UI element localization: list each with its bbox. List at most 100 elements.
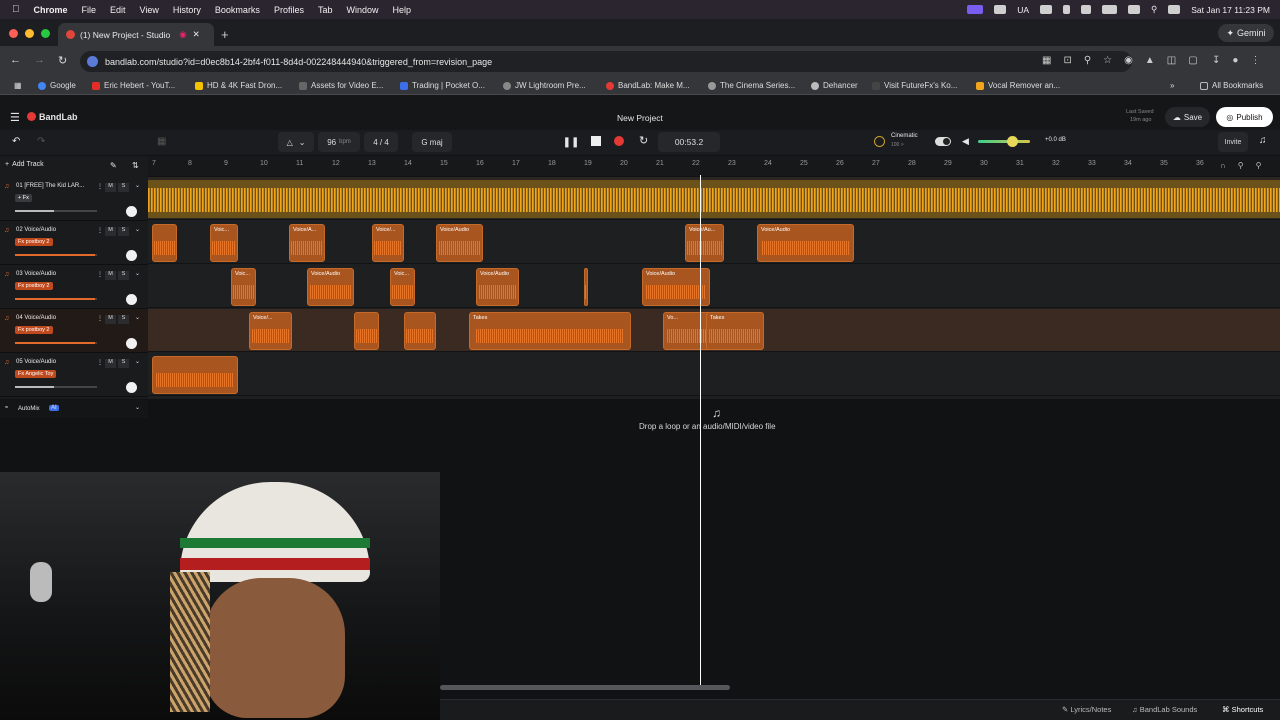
track-header-5[interactable]: ♫ 05 Voice/Audio ⋮ M S ⌄ Fx Angelic Toy xyxy=(0,353,148,397)
url-text[interactable]: bandlab.com/studio?id=d0ec8b14-2bf4-f011… xyxy=(105,57,492,67)
track-pan-knob[interactable] xyxy=(126,338,137,349)
magnet-icon[interactable]: ∩ xyxy=(1220,161,1226,170)
playhead[interactable] xyxy=(700,175,701,690)
extension-icon[interactable]: ◉ xyxy=(1124,55,1133,66)
minimize-window-button[interactable] xyxy=(25,29,34,38)
track-lane-5[interactable] xyxy=(148,353,1280,396)
track-name[interactable]: 05 Voice/Audio xyxy=(16,359,56,365)
beat-audio-region[interactable] xyxy=(148,180,1280,218)
bookmark-google[interactable]: Google xyxy=(38,81,76,90)
audio-clip[interactable]: Takes xyxy=(706,312,764,350)
track-drag-icon[interactable]: ♫ xyxy=(4,359,9,366)
track-chevron-icon[interactable]: ⌄ xyxy=(135,358,140,365)
track-name[interactable]: 03 Voice/Audio xyxy=(16,271,56,277)
menu-tab[interactable]: Tab xyxy=(318,5,333,15)
zoom-out-icon[interactable]: ⚲ xyxy=(1238,161,1244,170)
track-header-1[interactable]: ♫ 01 [FREE] The Kid LAR... ⋮ M S ⌄ + Fx xyxy=(0,177,148,221)
audio-clip[interactable]: Voice/Audio xyxy=(757,224,854,262)
pencil-tool-icon[interactable]: ✎ xyxy=(110,161,117,170)
track-chevron-icon[interactable]: ⌄ xyxy=(135,226,140,233)
mixer-icon[interactable]: ▦ xyxy=(157,136,166,147)
track-chevron-icon[interactable]: ⌄ xyxy=(135,270,140,277)
side-panel-icon[interactable]: ▢ xyxy=(1188,55,1197,66)
install-app-icon[interactable]: ⊡ xyxy=(1063,55,1071,66)
reload-icon[interactable]: ↻ xyxy=(58,54,67,67)
loop-icon[interactable]: ↻ xyxy=(639,134,648,147)
audio-clip[interactable]: Voice/Audio xyxy=(436,224,483,262)
snap-tool-icon[interactable]: ⇅ xyxy=(132,161,139,170)
save-button[interactable]: ☁ Save xyxy=(1165,107,1210,127)
kebab-menu-icon[interactable]: ⋮ xyxy=(1250,55,1260,66)
menu-view[interactable]: View xyxy=(140,5,159,15)
lyrics-notes-button[interactable]: ✎ Lyrics/Notes xyxy=(1062,705,1111,714)
track-drag-icon[interactable]: ♫ xyxy=(4,315,9,322)
track-menu-icon[interactable]: ⋮ xyxy=(97,315,103,322)
preset-icon[interactable] xyxy=(874,136,885,147)
pause-button[interactable]: ❚❚ xyxy=(563,135,580,149)
reader-mode-icon[interactable]: ▦ xyxy=(1042,55,1051,66)
record-button[interactable] xyxy=(614,136,624,146)
track-fx-badge[interactable]: Fx Angelic Toy xyxy=(15,370,57,378)
track-volume-fader[interactable] xyxy=(15,210,97,212)
menubar-clock[interactable]: Sat Jan 17 11:23 PM xyxy=(1191,5,1270,15)
audio-clip[interactable]: Voice/Audio xyxy=(307,268,354,306)
solo-button[interactable]: S xyxy=(118,315,129,324)
track-pan-knob[interactable] xyxy=(126,294,137,305)
audio-clip[interactable] xyxy=(152,224,177,262)
zoom-in-icon[interactable]: ⚲ xyxy=(1256,161,1262,170)
track-volume-fader[interactable] xyxy=(15,254,97,256)
preset-name[interactable]: Cinematic xyxy=(891,133,918,139)
audio-clip[interactable]: Voice/... xyxy=(372,224,404,262)
vpn-icon[interactable] xyxy=(1040,5,1052,14)
track-volume-fader[interactable] xyxy=(15,342,97,344)
project-title[interactable]: New Project xyxy=(617,113,663,123)
bookmark-hd-4k-drone[interactable]: HD & 4K Fast Dron... xyxy=(195,81,282,90)
audio-clip[interactable]: Voice/Audio xyxy=(476,268,519,306)
audio-clip[interactable]: Voice/A... xyxy=(289,224,325,262)
wifi-icon[interactable] xyxy=(1128,5,1140,14)
apple-icon[interactable]:  xyxy=(12,4,20,15)
time-signature-field[interactable]: 4 / 4 xyxy=(364,132,398,152)
track-lane-1[interactable] xyxy=(148,177,1280,220)
control-center-icon[interactable] xyxy=(1168,5,1181,14)
site-info-icon[interactable] xyxy=(87,56,98,67)
audio-clip[interactable]: Voice/... xyxy=(249,312,292,350)
preset-sub[interactable]: 100 > xyxy=(891,142,904,148)
profile-icon[interactable]: ● xyxy=(1232,55,1238,66)
track-name[interactable]: 02 Voice/Audio xyxy=(16,227,56,233)
mute-button[interactable]: M xyxy=(105,227,116,236)
solo-button[interactable]: S xyxy=(118,183,129,192)
forward-arrow-icon[interactable]: → xyxy=(34,54,45,66)
invite-button[interactable]: Invite xyxy=(1218,132,1248,152)
track-header-4[interactable]: ♫ 04 Voice/Audio ⋮ M S ⌄ Fx postboy 2 xyxy=(0,309,148,353)
track-menu-icon[interactable]: ⋮ xyxy=(97,271,103,278)
menu-file[interactable]: File xyxy=(82,5,97,15)
bookmark-jw-lightroom[interactable]: JW Lightroom Pre... xyxy=(503,81,586,90)
bookmarks-overflow-icon[interactable]: » xyxy=(1170,81,1174,90)
audio-clip[interactable]: Voice/Au... xyxy=(685,224,724,262)
drop-zone[interactable]: ♫ Drop a loop or an audio/MIDI/video fil… xyxy=(148,400,1280,472)
notification-bell-icon[interactable]: ♫ xyxy=(1259,135,1267,146)
mute-button[interactable]: M xyxy=(105,271,116,280)
menu-edit[interactable]: Edit xyxy=(110,5,126,15)
search-icon[interactable]: ⚲ xyxy=(1151,4,1157,15)
mute-button[interactable]: M xyxy=(105,359,116,368)
automix-chevron-icon[interactable]: ⌄ xyxy=(135,404,140,411)
automix-row[interactable]: ≈ AutoMix AI ⌄ xyxy=(0,400,148,418)
track-menu-icon[interactable]: ⋮ xyxy=(97,183,103,190)
track-chevron-icon[interactable]: ⌄ xyxy=(135,182,140,189)
add-track-button[interactable]: + Add Track xyxy=(5,161,44,168)
cloud-icon[interactable] xyxy=(994,5,1007,14)
bookmark-eric-hebert[interactable]: Eric Hebert - YouT... xyxy=(92,81,175,90)
track-menu-icon[interactable]: ⋮ xyxy=(97,227,103,234)
bluetooth-icon[interactable] xyxy=(1063,5,1070,14)
close-tab-icon[interactable]: ✕ xyxy=(193,29,200,40)
bookmark-vocal-remover[interactable]: Vocal Remover an... xyxy=(976,81,1060,90)
track-chevron-icon[interactable]: ⌄ xyxy=(135,314,140,321)
new-tab-button[interactable]: + xyxy=(221,27,229,42)
tempo-field[interactable]: 96 bpm xyxy=(318,132,360,152)
bookmark-trading[interactable]: Trading | Pocket O... xyxy=(400,81,485,90)
track-fx-badge[interactable]: Fx postboy 2 xyxy=(15,282,53,290)
shortcuts-button[interactable]: ⌘ Shortcuts xyxy=(1222,705,1263,714)
audio-clip[interactable] xyxy=(354,312,379,350)
